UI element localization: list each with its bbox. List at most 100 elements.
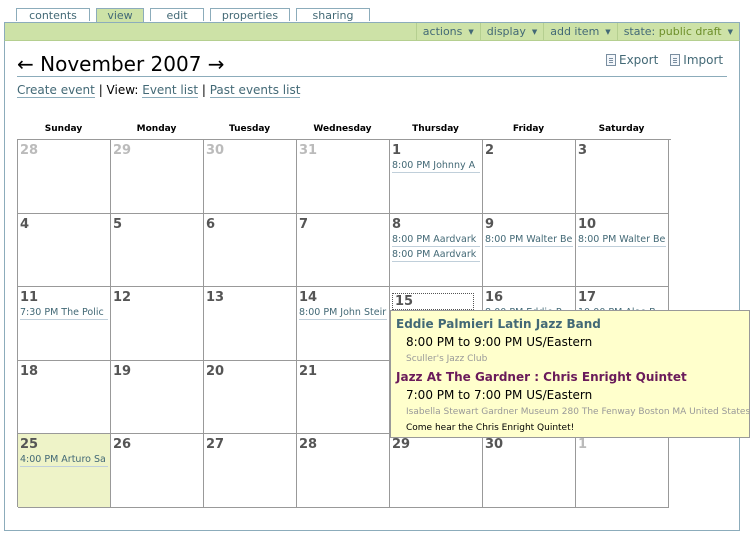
calendar-day-cell[interactable]: 29 [390,434,483,508]
state-menu[interactable]: state: public draft ▼ [616,23,739,40]
day-number: 10 [578,216,597,232]
calendar-day-cell[interactable]: 12 [111,287,204,361]
popup-event-description: Come hear the Chris Enright Quintet! [406,423,575,433]
export-label: Export [619,53,659,67]
event-popup: Eddie Palmieri Latin Jazz Band 8:00 PM t… [390,310,750,438]
calendar-day-cell[interactable]: 26 [111,434,204,508]
content-tabs: contents view edit properties sharing [16,8,370,22]
day-number: 13 [206,290,225,306]
link-separator: | [198,83,210,97]
day-number: 1 [578,437,588,453]
calendar-day-cell[interactable]: 13 [204,287,297,361]
tab-properties[interactable]: properties [210,8,290,22]
event-link[interactable]: 8:00 PM Johnny A [392,159,480,173]
calendar-day-cell[interactable]: 9 8:00 PM Walter Be [483,213,576,288]
day-number: 28 [20,143,39,158]
calendar-day-cell[interactable]: 2 [483,140,576,214]
tab-view[interactable]: view [96,8,144,22]
day-number: 31 [299,143,318,158]
weekday-label: Wednesday [313,124,372,134]
export-link[interactable]: Export [606,53,658,67]
weekday-header: Sunday Monday Tuesday Wednesday Thursday… [17,124,671,134]
actions-menu[interactable]: actions ▼ [415,23,480,40]
event-link[interactable]: 8:00 PM Walter Be [578,233,666,247]
day-number: 7 [299,216,309,232]
calendar-day-cell[interactable]: 18 [18,360,111,435]
past-events-link[interactable]: Past events list [209,83,301,98]
day-number: 15 [392,293,474,311]
popup-event-location: Isabella Stewart Gardner Museum 280 The … [406,407,751,417]
event-link[interactable]: 8:00 PM John Steir [299,306,387,321]
popup-event-title[interactable]: Jazz At The Gardner : Chris Enright Quin… [396,370,744,384]
event-link[interactable]: 7:30 PM The Polic [20,306,108,321]
calendar-day-cell[interactable]: 4 [18,213,111,288]
calendar-day-cell[interactable]: 1 8:00 PM Johnny A [390,140,483,214]
dropdown-arrow-icon: ▼ [531,28,538,36]
day-number: 29 [392,437,411,453]
calendar-day-cell[interactable]: 3 [576,140,669,214]
calendar-day-cell[interactable]: 11 7:30 PM The Polic [18,287,111,361]
calendar-day-cell[interactable]: 27 [204,434,297,508]
calendar-day-cell[interactable]: 28 [297,434,390,508]
calendar-day-cell[interactable]: 8 8:00 PM Aardvark 8:00 PM Aardvark [390,213,483,288]
calendar-links: Create event | View: Event list | Past e… [17,83,301,98]
calendar-day-cell[interactable]: 29 [111,140,204,214]
day-number: 25 [20,437,39,453]
create-event-link[interactable]: Create event [17,83,95,98]
event-link[interactable]: 8:00 PM Aardvark [392,248,480,262]
day-number: 14 [299,290,318,306]
event-link[interactable]: 8:00 PM Aardvark [392,233,480,247]
calendar-day-cell[interactable]: 1 [576,434,669,508]
tab-edit[interactable]: edit [150,8,204,22]
tab-contents[interactable]: contents [16,8,90,22]
add-item-menu[interactable]: add item ▼ [543,23,616,40]
calendar-day-cell[interactable]: 28 [18,140,111,214]
day-number: 28 [299,437,318,453]
day-number: 4 [20,216,30,232]
previous-month-arrow[interactable]: ← [17,52,34,76]
weekday-label: Thursday [412,124,459,134]
day-number: 11 [20,290,39,306]
import-icon [670,54,681,66]
display-menu[interactable]: display ▼ [479,23,543,40]
calendar-day-cell[interactable]: 31 [297,140,390,214]
popup-event-time: 7:00 PM to 7:00 PM US/Eastern [406,388,593,402]
day-number: 30 [206,143,225,158]
day-number: 20 [206,363,225,379]
day-number: 27 [206,437,225,453]
dropdown-arrow-icon: ▼ [727,28,733,36]
popup-event-time: 8:00 PM to 9:00 PM US/Eastern [406,335,593,349]
calendar-day-cell[interactable]: 19 [111,360,204,435]
day-number: 17 [578,290,597,306]
weekday-label: Monday [136,124,177,134]
day-number: 12 [113,290,132,306]
calendar-day-cell[interactable]: 7 [297,213,390,288]
weekday-label: Saturday [598,124,645,134]
popup-event-title[interactable]: Eddie Palmieri Latin Jazz Band [396,317,744,331]
calendar-day-cell[interactable]: 14 8:00 PM John Steir [297,287,390,361]
calendar-day-cell[interactable]: 20 [204,360,297,435]
day-number: 26 [113,437,132,453]
calendar-day-cell[interactable]: 5 [111,213,204,288]
calendar-day-cell[interactable]: 21 [297,360,390,435]
event-list-link[interactable]: Event list [142,83,199,98]
calendar-day-cell[interactable]: 25 4:00 PM Arturo Sa [18,434,111,508]
tab-sharing[interactable]: sharing [296,8,370,22]
calendar-day-cell[interactable]: 6 [204,213,297,288]
import-link[interactable]: Import [670,53,723,67]
day-number: 9 [485,216,495,232]
display-menu-label: display [486,25,526,38]
day-number: 16 [485,290,504,306]
weekday-label: Tuesday [228,124,271,134]
calendar-title: ← November 2007 → [17,52,225,76]
calendar-day-cell[interactable]: 30 [483,434,576,508]
export-import-links: Export Import [606,53,723,67]
action-bar: actions ▼ display ▼ add item ▼ state: publi… [4,22,740,41]
calendar-day-cell[interactable]: 10 8:00 PM Walter Be [576,213,669,288]
event-link[interactable]: 8:00 PM Walter Be [485,233,573,247]
add-item-menu-label: add item [550,25,600,38]
weekday-label: Sunday [44,124,83,134]
next-month-arrow[interactable]: → [208,52,225,76]
event-link[interactable]: 4:00 PM Arturo Sa [20,453,108,468]
calendar-day-cell[interactable]: 30 [204,140,297,214]
